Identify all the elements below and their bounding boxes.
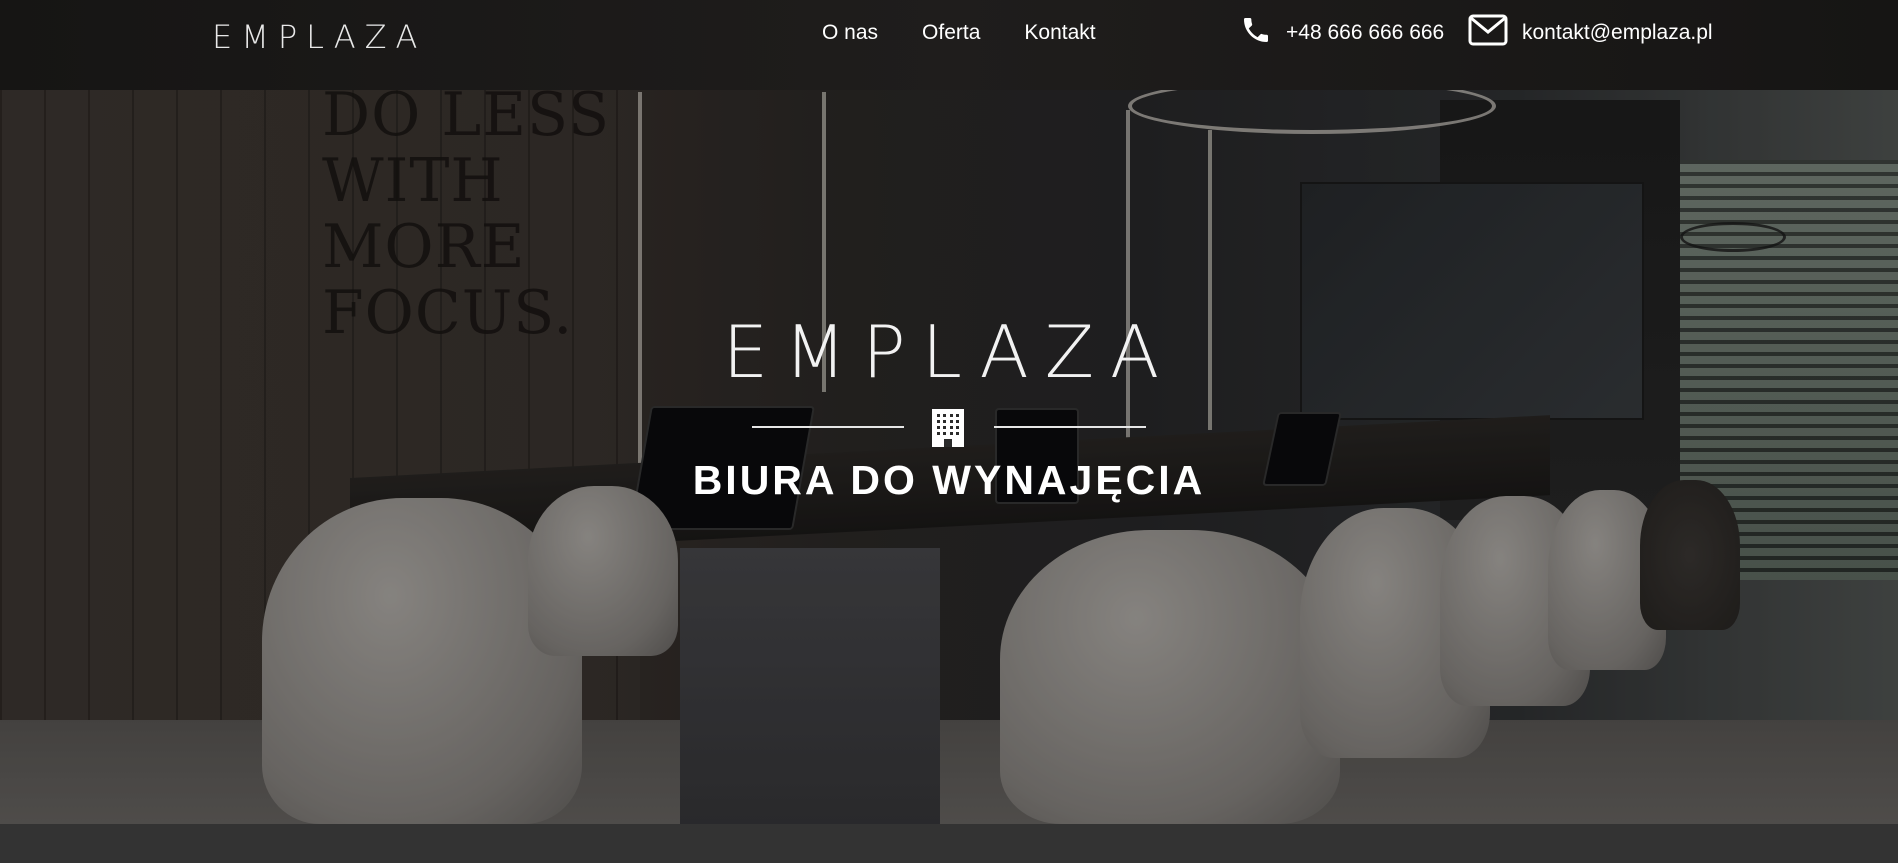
- email-address[interactable]: kontakt@emplaza.pl: [1522, 21, 1713, 45]
- envelope-icon: [1468, 14, 1508, 52]
- nav-item-o-nas[interactable]: O nas: [822, 20, 878, 46]
- phone-number[interactable]: +48 666 666 666: [1286, 21, 1444, 45]
- divider-right: [994, 426, 1146, 428]
- hero-section: EMPLAZA BIURA DO WYNAJĘCIA: [0, 0, 1898, 824]
- email-contact[interactable]: kontakt@emplaza.pl: [1468, 14, 1713, 52]
- hero-logo: EMPLAZA: [722, 310, 1176, 394]
- site-header: EMPLAZA O nas Oferta Kontakt +48 666 666…: [0, 0, 1898, 90]
- building-icon: [930, 407, 966, 454]
- header-logo[interactable]: EMPLAZA: [212, 18, 426, 56]
- phone-icon: [1240, 14, 1272, 52]
- nav-item-oferta[interactable]: Oferta: [922, 20, 980, 46]
- phone-contact[interactable]: +48 666 666 666: [1240, 14, 1444, 52]
- divider-left: [752, 426, 904, 428]
- main-nav: O nas Oferta Kontakt: [822, 20, 1096, 46]
- nav-item-kontakt[interactable]: Kontakt: [1024, 20, 1095, 46]
- hero-subtitle: BIURA DO WYNAJĘCIA: [692, 457, 1206, 503]
- next-section-band: [0, 824, 1898, 863]
